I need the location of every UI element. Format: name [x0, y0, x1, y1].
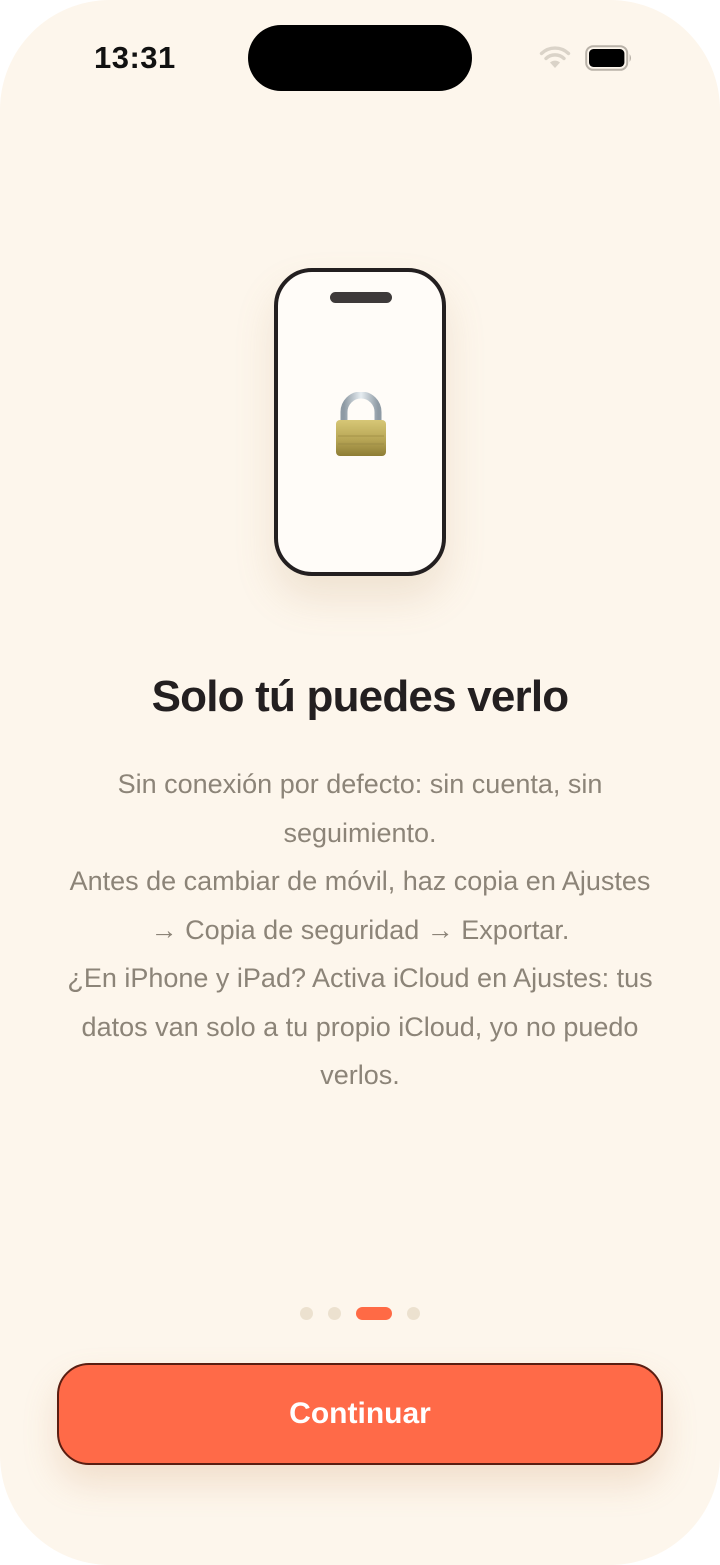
page-dot-1[interactable]	[300, 1307, 313, 1320]
page-title: Solo tú puedes verlo	[151, 672, 570, 721]
page-indicator	[0, 1307, 720, 1320]
lock-icon	[336, 392, 386, 456]
description-line: Sin conexión por defecto: sin cuenta, si…	[117, 769, 603, 848]
description-text: Sin conexión por defecto: sin cuenta, si…	[60, 760, 660, 1100]
wifi-icon	[539, 46, 571, 68]
page-dot-4[interactable]	[407, 1307, 420, 1320]
dynamic-island	[248, 25, 472, 91]
description-line: ¿En iPhone y iPad? Activa iCloud en Ajus…	[67, 963, 653, 1090]
onboarding-screen: 13:31 Solo tú puedes verlo Sin conexión …	[0, 0, 720, 1565]
status-time: 13:31	[94, 40, 176, 75]
continue-button[interactable]: Continuar	[57, 1363, 663, 1465]
phone-illustration	[274, 268, 446, 576]
battery-icon	[585, 45, 632, 71]
description-line: Antes de cambiar de móvil, haz copia en …	[69, 866, 651, 945]
page-dot-2[interactable]	[328, 1307, 341, 1320]
page-dot-3-active[interactable]	[356, 1307, 392, 1320]
phone-speaker	[330, 292, 392, 303]
